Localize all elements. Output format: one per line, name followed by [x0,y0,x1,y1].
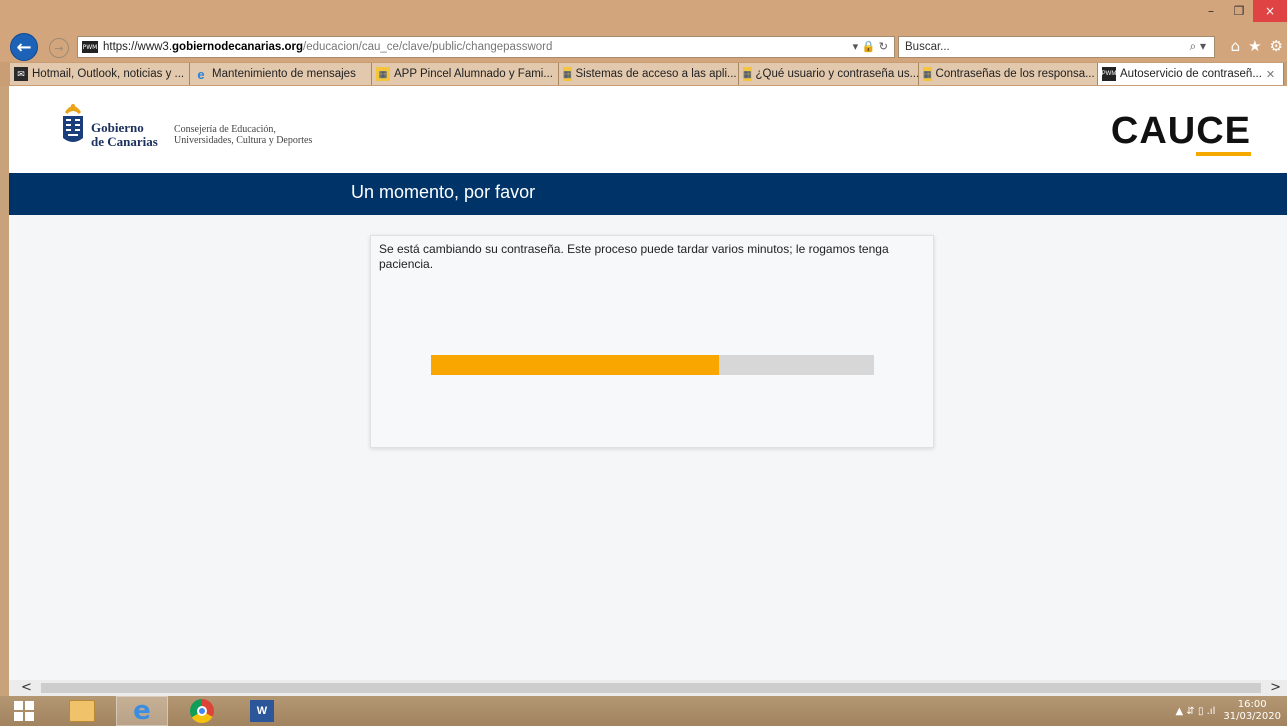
search-input[interactable]: Buscar... ⌕ ▾ [898,36,1215,58]
ie-icon: e [197,66,205,82]
gc-line-2: de Canarias [91,134,158,149]
site-favicon-icon: PWM [82,41,98,53]
chrome-icon [190,699,214,723]
word-icon: W [250,700,274,722]
forward-button[interactable]: → [49,38,69,58]
url-domain: gobiernodecanarias.org [172,41,304,53]
tab-que-usuario[interactable]: ▦ ¿Qué usuario y contraseña us... [739,63,919,85]
search-icon[interactable]: ⌕ ▾ [1189,39,1206,54]
page-title-bar: Un momento, por favor [9,173,1287,215]
taskbar-internet-explorer[interactable]: e [116,696,168,726]
tray-icons[interactable]: ▲ ⇵ ▯ .ıl [1176,706,1216,717]
search-placeholder: Buscar... [905,41,950,53]
tab-hotmail[interactable]: ✉ Hotmail, Outlook, noticias y ... [10,63,190,85]
url-scheme: https://www3. [103,41,173,53]
system-tray: ▲ ⇵ ▯ .ıl 16:00 31/03/2020 [1176,699,1281,723]
tab-label: Mantenimiento de mensajes [212,68,356,80]
url-path: /educacion/cau_ce/clave/public/changepas… [303,41,553,53]
pwm-icon: PWM [1102,67,1116,81]
close-tab-icon[interactable]: ✕ [1266,68,1275,81]
restore-button[interactable]: ❐ [1225,0,1253,22]
cauce-suffix: CE [1196,110,1251,156]
tab-label: Hotmail, Outlook, noticias y ... [32,68,185,80]
taskbar-file-explorer[interactable] [56,696,108,726]
toolbar-icons: ⌂ ★ ⚙ [1231,37,1283,55]
gobierno-icon: ▦ [923,67,932,81]
cauce-prefix: CAU [1110,110,1197,152]
window-controls: – ❐ × [1197,0,1287,28]
taskbar-word[interactable]: W [236,696,288,726]
progress-card: Se está cambiando su contraseña. Este pr… [370,235,934,448]
window-titlebar: – ❐ × [0,0,1287,32]
minimize-button[interactable]: – [1197,0,1225,22]
tab-sistemas[interactable]: ▦ Sistemas de acceso a las apli... [559,63,739,85]
progress-bar-fill [431,355,719,375]
settings-icon[interactable]: ⚙ [1270,37,1283,55]
tab-label: Sistemas de acceso a las apli... [575,68,737,80]
gobierno-canarias-logo-icon [63,104,83,142]
tab-contrasenas[interactable]: ▦ Contraseñas de los responsa... [919,63,1098,85]
taskbar: e W ▲ ⇵ ▯ .ıl 16:00 31/03/2020 [0,696,1287,726]
close-window-button[interactable]: × [1253,0,1287,22]
consejeria-name: Consejería de Educación, Universidades, … [174,124,312,146]
tab-label: APP Pincel Alumnado y Fami... [394,68,553,80]
tab-label: ¿Qué usuario y contraseña us... [755,68,919,80]
tab-pincel[interactable]: ▦ APP Pincel Alumnado y Fami... [372,63,559,85]
consejeria-line-2: Universidades, Cultura y Deportes [174,135,313,146]
status-message: Se está cambiando su contraseña. Este pr… [379,242,889,271]
clock-time: 16:00 [1237,699,1267,710]
gobierno-icon: ▦ [376,67,390,81]
progress-bar [431,355,874,375]
address-tools-icons[interactable]: ▾ 🔒 ↻ [853,40,888,53]
tab-autoservicio[interactable]: PWM Autoservicio de contraseñ... ✕ [1098,63,1284,85]
windows-logo-icon [14,701,34,721]
tab-label: Contraseñas de los responsa... [935,68,1095,80]
clock[interactable]: 16:00 31/03/2020 [1223,699,1281,723]
taskbar-chrome[interactable] [176,696,228,726]
home-icon[interactable]: ⌂ [1231,37,1241,55]
gc-line-1: Gobierno [91,120,144,135]
favorites-icon[interactable]: ★ [1248,37,1261,55]
address-bar[interactable]: PWM https://www3. gobiernodecanarias.org… [77,36,895,58]
scroll-left-icon[interactable]: < [21,680,32,695]
site-header: Gobierno de Canarias Consejería de Educa… [9,86,1287,173]
navigation-bar: ← → PWM https://www3. gobiernodecanarias… [0,32,1287,62]
tab-label: Autoservicio de contraseñ... [1120,68,1262,80]
folder-icon [69,700,95,722]
start-button[interactable] [0,696,48,726]
tab-strip: ✉ Hotmail, Outlook, noticias y ... e Man… [0,62,1287,86]
back-button[interactable]: ← [10,33,38,61]
consejeria-line-1: Consejería de Educación, [174,124,276,135]
gobierno-canarias-name: Gobierno de Canarias [91,121,158,149]
tab-mantenimiento[interactable]: e Mantenimiento de mensajes [190,63,372,85]
page-title: Un momento, por favor [351,182,536,202]
page-content: Gobierno de Canarias Consejería de Educa… [9,86,1287,680]
scroll-right-icon[interactable]: > [1270,680,1281,695]
internet-explorer-icon: e [133,696,151,726]
horizontal-scrollbar[interactable]: < > [9,680,1287,696]
gobierno-icon: ▦ [743,67,752,81]
gobierno-icon: ▦ [563,67,572,81]
cauce-logo: CAUCE [1110,110,1251,156]
scrollbar-thumb[interactable] [41,683,1261,693]
clock-date: 31/03/2020 [1223,711,1281,722]
hotmail-icon: ✉ [14,67,28,81]
